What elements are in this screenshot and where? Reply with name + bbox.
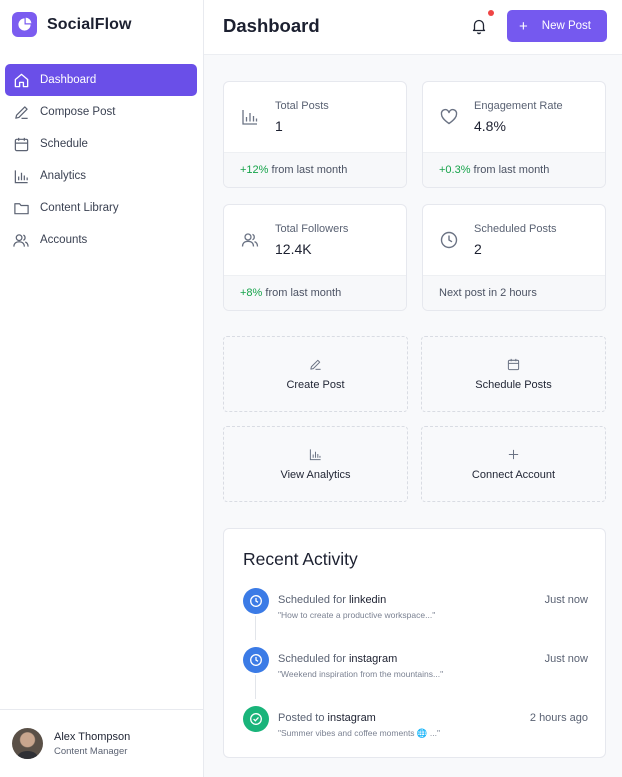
calendar-icon: [507, 357, 521, 371]
sidebar-item-label: Accounts: [40, 234, 88, 246]
recent-activity-panel: Recent Activity Scheduled for linkedin "…: [223, 528, 606, 758]
pencil-icon: [309, 357, 323, 371]
action-label: Schedule Posts: [475, 379, 552, 391]
users-icon: [240, 230, 260, 250]
plus-icon: +: [519, 17, 528, 35]
avatar: [12, 728, 43, 759]
action-label: Create Post: [286, 379, 345, 391]
sidebar-item-content-library[interactable]: Content Library: [5, 192, 197, 224]
sidebar-item-label: Compose Post: [40, 106, 116, 118]
stat-card-engagement-rate: Engagement Rate 4.8% +0.3% from last mon…: [422, 81, 606, 188]
stat-card-scheduled-posts: Scheduled Posts 2 Next post in 2 hours: [422, 204, 606, 311]
stat-card-total-posts: Total Posts 1 +12% from last month: [223, 81, 407, 188]
new-post-button[interactable]: + New Post: [507, 10, 607, 42]
stat-label: Total Posts: [275, 100, 329, 112]
stat-value: 1: [275, 118, 283, 134]
connect-account-action[interactable]: Connect Account: [421, 426, 606, 502]
stat-label: Scheduled Posts: [474, 223, 557, 235]
sidebar-item-analytics[interactable]: Analytics: [5, 160, 197, 192]
activity-platform: linkedin: [348, 594, 387, 606]
create-post-action[interactable]: Create Post: [223, 336, 408, 412]
sidebar-item-compose-post[interactable]: Compose Post: [5, 96, 197, 128]
new-post-label: New Post: [541, 20, 591, 32]
activity-item[interactable]: Posted to instagram "Summer vibes and co…: [243, 706, 588, 746]
action-label: Connect Account: [471, 469, 556, 481]
sidebar-item-label: Dashboard: [40, 74, 97, 86]
brand[interactable]: SocialFlow: [12, 12, 132, 37]
stat-value: 12.4K: [275, 241, 312, 257]
sidebar-item-dashboard[interactable]: Dashboard: [5, 64, 197, 96]
folder-icon: [12, 199, 30, 217]
sidebar-item-label: Schedule: [40, 138, 88, 150]
activity-item[interactable]: Scheduled for instagram "Weekend inspira…: [243, 647, 588, 699]
sidebar-item-accounts[interactable]: Accounts: [5, 224, 197, 256]
stat-label: Total Followers: [275, 223, 349, 235]
activity-excerpt: "Weekend inspiration from the mountains.…: [278, 669, 444, 679]
activity-title: Scheduled for instagram: [278, 653, 398, 665]
activity-time: Just now: [544, 594, 588, 606]
calendar-icon: [12, 135, 30, 153]
view-analytics-action[interactable]: View Analytics: [223, 426, 408, 502]
schedule-posts-action[interactable]: Schedule Posts: [421, 336, 606, 412]
activity-title: Posted to instagram: [278, 712, 376, 724]
stat-change: +0.3% from last month: [423, 152, 605, 187]
stat-value: 4.8%: [474, 118, 506, 134]
activity-excerpt: "How to create a productive workspace...…: [278, 610, 436, 620]
activity-excerpt: "Summer vibes and coffee moments 🌐 ...": [278, 728, 440, 738]
stat-label: Engagement Rate: [474, 100, 563, 112]
brand-name: SocialFlow: [47, 15, 132, 33]
home-icon: [12, 71, 30, 89]
user-role: Content Manager: [54, 745, 128, 757]
sidebar-item-label: Content Library: [40, 202, 119, 214]
pie-chart-logo-icon: [12, 12, 37, 37]
activity-platform: instagram: [348, 653, 398, 665]
bar-chart-icon: [309, 447, 323, 461]
sidebar-item-label: Analytics: [40, 170, 87, 182]
section-title: Recent Activity: [243, 549, 358, 569]
action-label: View Analytics: [280, 469, 351, 481]
plus-icon: [507, 447, 521, 461]
timeline-connector: [255, 675, 256, 699]
stat-change: +8% from last month: [224, 275, 406, 310]
timeline-connector: [255, 616, 256, 640]
stat-value: 2: [474, 241, 482, 257]
page-title: Dashboard: [223, 15, 320, 36]
activity-item[interactable]: Scheduled for linkedin "How to create a …: [243, 588, 588, 640]
activity-time: Just now: [544, 653, 588, 665]
check-icon: [243, 706, 269, 732]
activity-title: Scheduled for linkedin: [278, 594, 387, 606]
bar-chart-icon: [12, 167, 30, 185]
notification-badge: [488, 10, 494, 16]
top-header: Dashboard + New Post: [204, 0, 622, 55]
users-icon: [12, 231, 30, 249]
activity-time: 2 hours ago: [529, 712, 588, 724]
heart-icon: [439, 107, 459, 127]
stat-card-total-followers: Total Followers 12.4K +8% from last mont…: [223, 204, 407, 311]
stat-change: +12% from last month: [224, 152, 406, 187]
user-profile[interactable]: Alex Thompson Content Manager: [0, 709, 203, 777]
clock-icon: [243, 647, 269, 673]
sidebar-nav: Dashboard Compose Post Schedule Analytic…: [5, 64, 197, 256]
sidebar: SocialFlow Dashboard Compose Post Schedu…: [0, 0, 204, 777]
pencil-icon: [12, 103, 30, 121]
user-name: Alex Thompson: [54, 730, 131, 743]
stat-change: Next post in 2 hours: [423, 275, 605, 310]
bell-icon[interactable]: [471, 17, 487, 35]
sidebar-item-schedule[interactable]: Schedule: [5, 128, 197, 160]
clock-icon: [243, 588, 269, 614]
activity-platform: instagram: [327, 712, 376, 724]
clock-icon: [439, 230, 459, 250]
bar-chart-icon: [240, 107, 260, 127]
